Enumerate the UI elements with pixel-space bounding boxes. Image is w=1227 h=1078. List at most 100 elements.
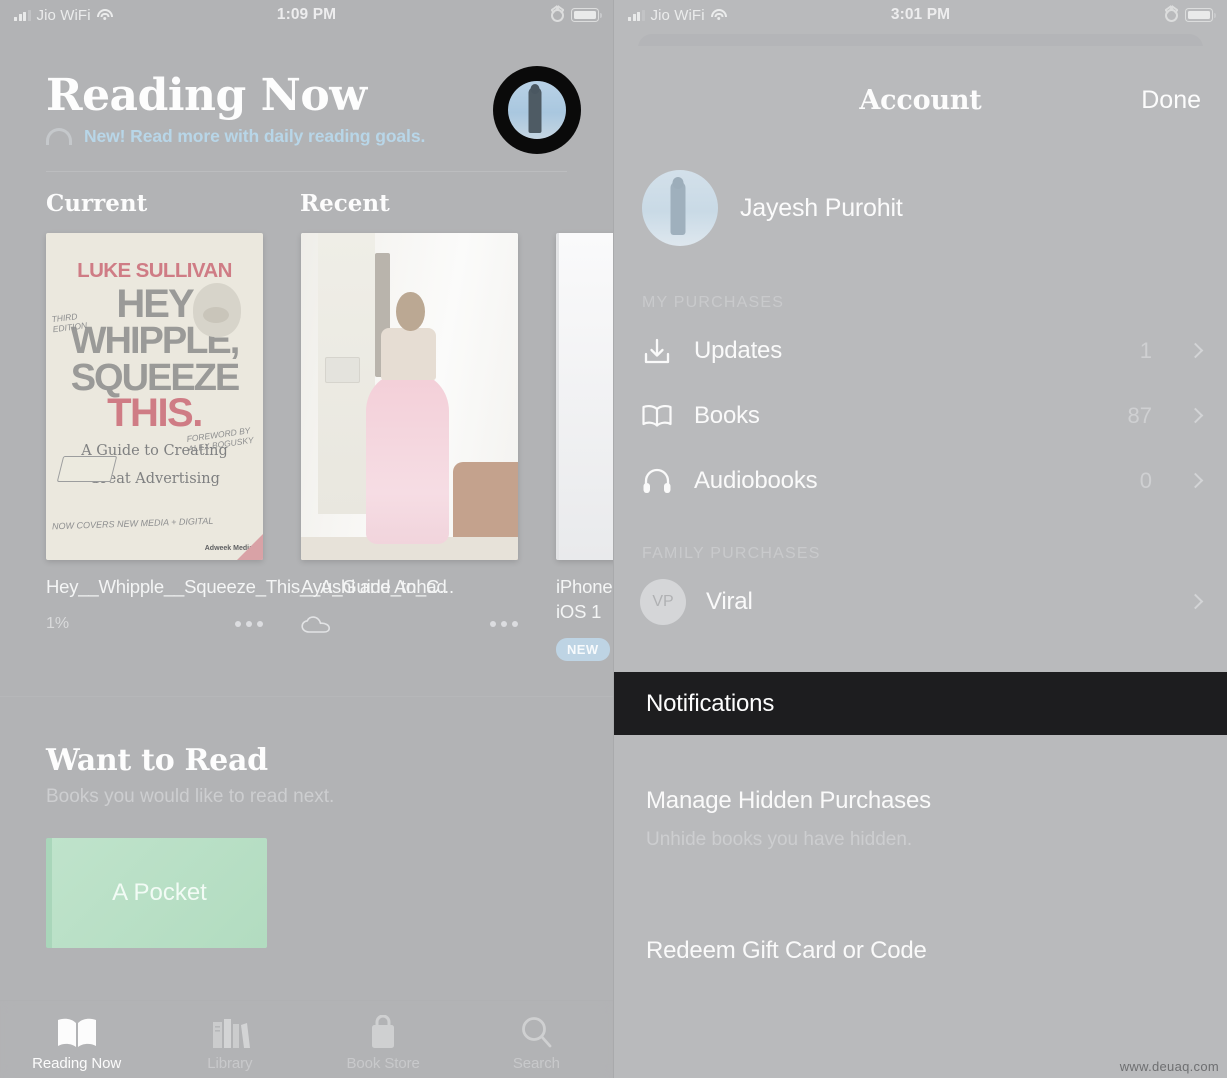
list-item-label: Audiobooks [694,466,818,494]
list-item-label: Books [694,401,760,429]
shopping-bag-icon [372,1015,395,1048]
cover-line-3: SQUEEZE [70,357,241,400]
section-subtitle: Books you would like to read next. [46,786,335,808]
member-initials-avatar: VP [640,578,686,625]
account-sheet: Account Done Jayesh Purohit MY PURCHASES… [614,46,1227,1078]
book-cover-photo[interactable] [301,233,518,560]
tab-label: Search [512,1055,560,1072]
list-item-subtitle: Unhide books you have hidden. [646,829,913,850]
account-name: Jayesh Purohit [740,193,903,222]
watermark: www.deuaq.com [1119,1059,1219,1074]
book-card-row[interactable]: LUKE SULLIVAN HEY WHIPPLE, SQUEEZE THIS.… [0,217,613,661]
cover-line-4: THIS. [107,390,203,435]
page-title: Reading Now [46,70,367,121]
tab-search[interactable]: Search [460,1001,613,1078]
shelf-heading-current: Current [46,190,148,217]
want-to-read-section: Want to Read Books you would like to rea… [0,697,613,949]
book-title: iPhone iOS 1 [556,576,613,623]
tab-reading-now[interactable]: Reading Now [0,1001,153,1078]
cover-corner-accent [237,534,263,560]
list-item-count: 1 [1139,337,1152,363]
list-item-label: Updates [694,336,782,364]
book-card[interactable]: LUKE SULLIVAN HEY WHIPPLE, SQUEEZE THIS.… [46,233,454,660]
open-book-icon [640,403,674,429]
chevron-right-icon [1187,472,1204,489]
book-cover-pocket[interactable]: A Pocket [46,838,267,949]
wifi-icon [96,9,113,21]
more-options-icon[interactable] [490,621,518,628]
shelf-heading-recent: Recent [300,190,390,217]
list-item-redeem-gift-card[interactable]: Redeem Gift Card or Code [614,937,1227,965]
book-meta [301,613,518,635]
list-item-label: Notifications [646,689,775,717]
book-card[interactable]: Ayushi and Anhad [301,233,518,660]
list-item-books[interactable]: Books 87 [614,383,1227,448]
list-item-count: 0 [1139,467,1152,493]
bookshelf-icon [212,1018,250,1048]
list-item-updates[interactable]: Updates 1 [614,318,1227,383]
status-bar-left: Jio WiFi 1:09 PM [0,0,613,30]
list-item-label: Redeem Gift Card or Code [646,937,927,964]
reading-now-screen: Jio WiFi 1:09 PM Reading Now New! Read m… [0,0,613,1078]
book-cover-hey-whipple[interactable]: LUKE SULLIVAN HEY WHIPPLE, SQUEEZE THIS.… [46,233,263,560]
alarm-clock-icon [551,8,564,22]
more-options-icon[interactable] [235,621,263,628]
book-title: Hey__Whipple__Squeeze_This__A_Guide_to_C… [46,576,454,597]
battery-icon [1185,8,1216,22]
tab-label: Reading Now [32,1054,122,1072]
status-left-group: Jio WiFi [628,7,727,24]
signal-bars-icon [14,9,31,21]
book-meta: 1% [46,613,263,635]
list-item-manage-hidden-purchases[interactable]: Manage Hidden Purchases Unhide books you… [614,787,1227,851]
download-tray-icon [640,336,674,366]
cover-tube-illustration [56,456,118,482]
carrier-label: Jio WiFi [36,6,91,24]
reading-now-header: Reading Now [0,30,613,154]
account-screen: Jio WiFi 3:01 PM Account Done Jayesh Pur… [613,0,1227,1078]
tab-label: Book Store [346,1055,420,1072]
goal-progress-ring-icon [46,128,72,145]
book-cover-iphone-guide[interactable] [556,233,613,560]
battery-icon [571,8,602,22]
progress-percent: 1% [46,615,70,633]
signal-bars-icon [628,9,645,21]
status-bar-right: Jio WiFi 3:01 PM [614,0,1227,30]
cover-title: A Pocket [112,879,207,907]
tab-library[interactable]: Library [153,1001,306,1078]
status-badge: NEW [556,637,610,661]
status-right-group [551,8,602,22]
account-avatar-button[interactable] [493,66,581,154]
alarm-clock-icon [1165,8,1178,22]
book-card[interactable]: iPhone iOS 1 NEW [556,233,613,661]
status-left-group: Jio WiFi [14,7,113,24]
cover-author: LUKE SULLIVAN [77,259,232,282]
list-item-notifications[interactable]: Notifications [614,672,1227,735]
done-button[interactable]: Done [1141,86,1201,115]
list-item-label: Manage Hidden Purchases [646,787,931,814]
status-right-group [1165,8,1216,22]
shelf-headings: Current Recent [0,172,613,217]
carrier-label: Jio WiFi [650,6,705,24]
cloud-download-icon[interactable] [301,615,331,633]
group-heading-my-purchases: MY PURCHASES [642,294,785,311]
book-meta: NEW [556,637,613,661]
open-book-icon [57,1018,96,1047]
tab-label: Library [207,1054,253,1072]
account-identity-row[interactable]: Jayesh Purohit [614,154,1227,262]
list-item-label: Viral [706,587,753,615]
cover-face-illustration [193,283,241,337]
sheet-nav-bar: Account Done [614,46,1227,154]
wifi-icon [710,9,727,21]
tab-bar[interactable]: Reading Now Library Book Store Search [0,1000,613,1078]
dual-screenshot: Jio WiFi 1:09 PM Reading Now New! Read m… [0,0,1227,1078]
group-heading-family-purchases: FAMILY PURCHASES [642,545,821,562]
list-item-audiobooks[interactable]: Audiobooks 0 [614,448,1227,513]
section-title: Want to Read [46,743,268,779]
chevron-right-icon [1187,407,1204,424]
goal-banner-text: New! Read more with daily reading goals. [84,126,426,146]
avatar [508,81,566,139]
book-title: Ayushi and Anhad [301,576,447,597]
headphones-icon [640,467,674,495]
tab-book-store[interactable]: Book Store [307,1001,460,1078]
list-item-viral[interactable]: VP Viral [614,569,1227,634]
